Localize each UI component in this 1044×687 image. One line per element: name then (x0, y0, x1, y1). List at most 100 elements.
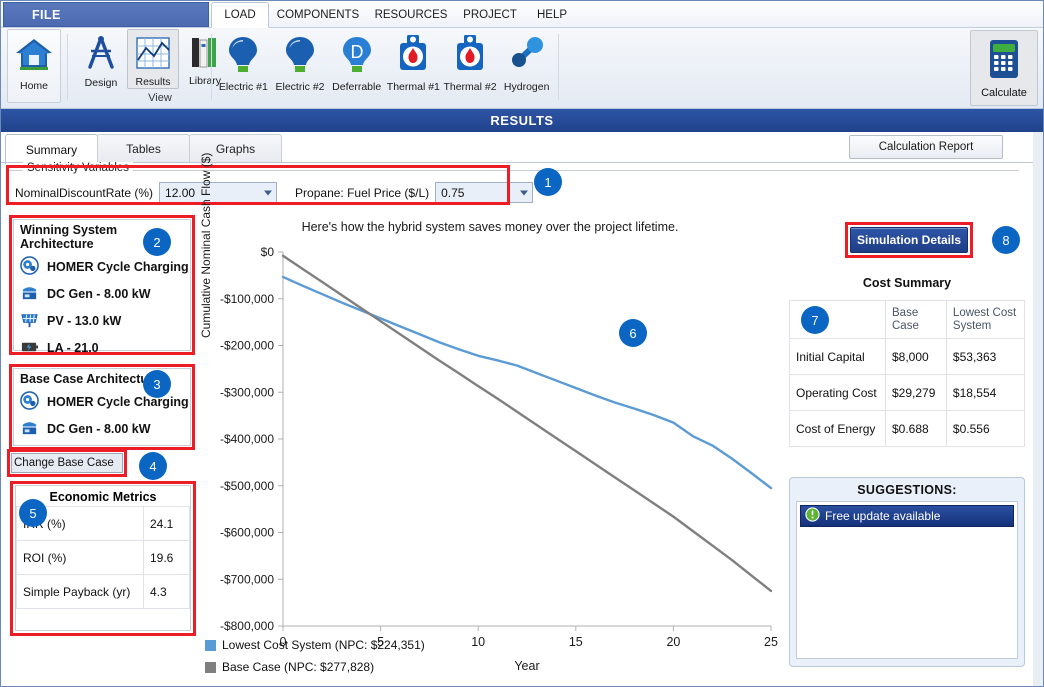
electric-2-button[interactable]: Electric #2 (272, 29, 329, 93)
lightbulb-d-icon: D (339, 33, 375, 80)
roi-value: 19.6 (143, 540, 190, 575)
payback-label: Simple Payback (yr) (16, 574, 144, 609)
svg-text:15: 15 (569, 635, 583, 649)
initial-capital-base: $8,000 (885, 338, 947, 376)
base-arch-item-0-label: HOMER Cycle Charging (47, 394, 189, 409)
chart-plot-area: $0 -$100,000 -$200,000 -$300,000 -$400,000 -$… (220, 245, 778, 673)
nominal-discount-rate-label: NominalDiscountRate (%) (15, 185, 154, 200)
file-menu-button[interactable]: FILE (3, 2, 209, 27)
ribbon-tab-load[interactable]: LOAD (211, 2, 269, 28)
tab-tables[interactable]: Tables (97, 134, 190, 162)
operating-cost-label: Operating Cost (789, 374, 886, 412)
nominal-discount-rate-dropdown[interactable]: 12.00 (159, 182, 278, 203)
operating-cost-base: $29,279 (885, 374, 947, 412)
ribbon-tab-components[interactable]: COMPONENTS (269, 2, 367, 28)
ribbon-tab-project[interactable]: PROJECT (455, 2, 525, 28)
ribbon-group-home: Home (7, 29, 61, 108)
badge-5: 5 (19, 499, 47, 527)
svg-text:10: 10 (471, 635, 485, 649)
calculate-button-label: Calculate (981, 87, 1027, 99)
nominal-discount-rate-value: 12.00 (165, 185, 196, 200)
irr-value: 24.1 (143, 506, 190, 541)
results-button-label: Results (135, 76, 171, 88)
sensitivity-group-label: Sensitivity Variables (23, 162, 134, 174)
suggestions-panel: SUGGESTIONS: Free update available (789, 477, 1025, 667)
ribbon: FILE LOAD COMPONENTS RESOURCES PROJECT H… (1, 1, 1043, 109)
suggestion-label: Free update available (825, 509, 941, 523)
battery-icon (20, 337, 39, 359)
legend-swatch-lowest-cost (205, 639, 216, 651)
suggestions-list[interactable]: Free update available (796, 501, 1018, 659)
design-button[interactable]: Design (75, 29, 127, 89)
badge-4: 4 (139, 452, 167, 480)
results-content-panel: Summary Tables Graphs Calculation Report… (1, 132, 1043, 686)
badge-1: 1 (534, 168, 562, 196)
cost-of-energy-label: Cost of Energy (789, 410, 886, 448)
calculate-button[interactable]: Calculate (970, 30, 1038, 106)
tab-summary[interactable]: Summary (5, 134, 98, 164)
ribbon-body: Home Design Results Library View Electri… (1, 28, 1043, 108)
results-header-bar: RESULTS (1, 109, 1043, 132)
chart-grid-icon (133, 34, 173, 75)
calculation-report-button[interactable]: Calculation Report (849, 135, 1003, 159)
deferrable-button[interactable]: D Deferrable (328, 29, 385, 93)
exclamation-circle-icon (805, 507, 820, 525)
results-button[interactable]: Results (127, 29, 179, 90)
winning-arch-item-3: LA - 21.0 (14, 334, 190, 361)
propane-fuel-price-dropdown[interactable]: 0.75 (435, 182, 534, 203)
compass-icon (81, 33, 121, 76)
ribbon-tabstrip: FILE LOAD COMPONENTS RESOURCES PROJECT H… (1, 1, 1043, 28)
ribbon-tab-help[interactable]: HELP (525, 2, 579, 28)
table-row: Operating Cost $29,279 $18,554 (789, 374, 1026, 412)
hydrogen-label: Hydrogen (503, 81, 550, 93)
winning-arch-item-0-label: HOMER Cycle Charging (47, 259, 189, 274)
table-row: ROI (%) 19.6 (16, 540, 190, 575)
electric-2-label: Electric #2 (275, 81, 325, 93)
table-row: Simple Payback (yr) 4.3 (16, 574, 190, 609)
operating-cost-lowest: $18,554 (945, 374, 1026, 412)
legend-label-lowest-cost: Lowest Cost System (NPC: $224,351) (222, 638, 425, 652)
chevron-down-icon (520, 190, 529, 195)
deferrable-label: Deferrable (332, 81, 382, 93)
svg-text:-$800,000: -$800,000 (220, 619, 274, 633)
list-item[interactable]: Free update available (800, 505, 1014, 527)
sensitivity-variables-group: Sensitivity Variables NominalDiscountRat… (9, 162, 1019, 203)
cost-summary-title: Cost Summary (862, 276, 952, 290)
chart-legend: Lowest Cost System (NPC: $224,351) Base … (205, 634, 425, 678)
base-arch-item-1-label: DC Gen - 8.00 kW (47, 421, 151, 436)
ribbon-separator-1 (67, 34, 68, 100)
electric-1-button[interactable]: Electric #1 (215, 29, 272, 93)
flame-icon (452, 33, 488, 80)
svg-text:25: 25 (764, 635, 778, 649)
svg-text:-$200,000: -$200,000 (220, 339, 274, 353)
change-base-case-button[interactable]: Change Base Case (11, 453, 123, 473)
roi-label: ROI (%) (16, 540, 144, 575)
winning-arch-item-1-label: DC Gen - 8.00 kW (47, 286, 151, 301)
thermal-1-button[interactable]: Thermal #1 (385, 29, 442, 93)
flame-icon (395, 33, 431, 80)
chevron-down-icon (264, 190, 273, 195)
simulation-details-button[interactable]: Simulation Details (850, 227, 968, 253)
propane-fuel-price-label: Propane: Fuel Price ($/L) (295, 185, 430, 200)
badge-3: 3 (143, 370, 171, 398)
table-row: Initial Capital $8,000 $53,363 (789, 338, 1026, 376)
home-button[interactable]: Home (7, 29, 61, 103)
cost-summary-col-lowest-cost: Lowest Cost System (945, 299, 1026, 340)
hydrogen-button[interactable]: Hydrogen (498, 29, 555, 93)
thermal-2-button[interactable]: Thermal #2 (442, 29, 499, 93)
svg-text:-$500,000: -$500,000 (220, 479, 274, 493)
lightbulb-icon (225, 33, 261, 80)
tabs-underline (1, 162, 1033, 163)
cost-summary-col-base-case: Base Case (885, 299, 947, 340)
svg-text:20: 20 (666, 635, 680, 649)
badge-7: 7 (801, 306, 829, 334)
winning-arch-item-3-label: LA - 21.0 (47, 340, 99, 355)
ribbon-tab-resources[interactable]: RESOURCES (367, 2, 455, 28)
propane-fuel-price-value: 0.75 (441, 185, 465, 200)
right-scroll-rail[interactable] (1033, 132, 1043, 686)
legend-item-lowest-cost: Lowest Cost System (NPC: $224,351) (205, 634, 425, 656)
calculator-icon (984, 38, 1024, 85)
cash-flow-chart: Here's how the hybrid system saves money… (199, 153, 779, 684)
cycle-charging-icon (20, 255, 39, 278)
design-button-label: Design (84, 77, 118, 89)
